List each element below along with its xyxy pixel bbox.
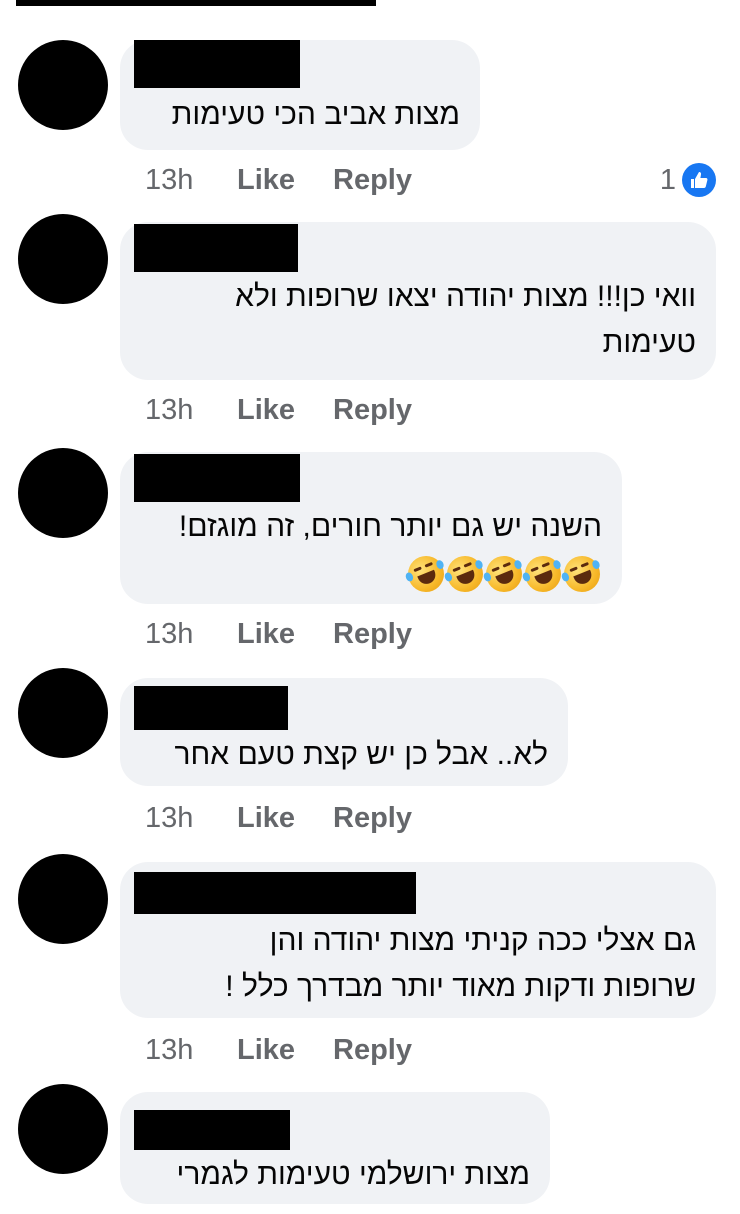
comment-bubble: מצות ירושלמי טעימות לגמרי xyxy=(120,1092,550,1204)
timestamp[interactable]: 13h xyxy=(145,1034,237,1067)
comment-bubble: לא.. אבל כן יש קצת טעם אחר xyxy=(120,678,568,786)
reply-button[interactable]: Reply xyxy=(333,618,412,651)
comment-text: מצות אביב הכי טעימות xyxy=(171,98,460,131)
avatar[interactable] xyxy=(18,448,108,538)
comment-bubble: מצות אביב הכי טעימות xyxy=(120,40,480,150)
comment-actions: 13h Like Reply xyxy=(145,160,412,200)
timestamp[interactable]: 13h xyxy=(145,802,237,835)
avatar[interactable] xyxy=(18,854,108,944)
like-button[interactable]: Like xyxy=(237,394,333,427)
timestamp[interactable]: 13h xyxy=(145,618,237,651)
comment-actions: 13h Like Reply xyxy=(145,1030,412,1070)
redacted-author-name[interactable] xyxy=(134,1110,290,1150)
reaction-summary[interactable]: 1 xyxy=(660,160,716,200)
comment-bubble: גם אצלי ככה קניתי מצות יהודה והן שרופות … xyxy=(120,862,716,1018)
comment-actions: 13h Like Reply xyxy=(145,798,412,838)
emoji-row xyxy=(402,550,606,598)
avatar[interactable] xyxy=(18,40,108,130)
redacted-author-name[interactable] xyxy=(134,872,416,914)
comment-text: גם אצלי ככה קניתי מצות יהודה והן שרופות … xyxy=(225,924,696,1003)
face-with-tears-of-joy-icon xyxy=(558,550,606,598)
avatar[interactable] xyxy=(18,1084,108,1174)
face-with-tears-of-joy-icon xyxy=(519,550,567,598)
redacted-author-name[interactable] xyxy=(134,40,300,88)
timestamp[interactable]: 13h xyxy=(145,394,237,427)
comment-actions: 13h Like Reply xyxy=(145,390,412,430)
avatar[interactable] xyxy=(18,214,108,304)
face-with-tears-of-joy-icon xyxy=(441,550,489,598)
comment-text: מצות ירושלמי טעימות לגמרי xyxy=(176,1158,530,1191)
like-button[interactable]: Like xyxy=(237,1034,333,1067)
comment-bubble: וואי כן!!! מצות יהודה יצאו שרופות ולא טע… xyxy=(120,222,716,380)
comment-text: לא.. אבל כן יש קצת טעם אחר xyxy=(174,738,549,771)
reply-button[interactable]: Reply xyxy=(333,394,412,427)
face-with-tears-of-joy-icon xyxy=(402,550,450,598)
redacted-author-name[interactable] xyxy=(134,686,288,730)
like-button[interactable]: Like xyxy=(237,618,333,651)
avatar[interactable] xyxy=(18,668,108,758)
timestamp[interactable]: 13h xyxy=(145,164,237,197)
like-button[interactable]: Like xyxy=(237,164,333,197)
reply-button[interactable]: Reply xyxy=(333,802,412,835)
like-button[interactable]: Like xyxy=(237,802,333,835)
thumbs-up-icon xyxy=(682,163,716,197)
comment-text: השנה יש גם יותר חורים, זה מוגזם! xyxy=(178,510,602,543)
comment-bubble: השנה יש גם יותר חורים, זה מוגזם! xyxy=(120,452,622,604)
face-with-tears-of-joy-icon xyxy=(480,550,528,598)
redacted-author-name[interactable] xyxy=(134,224,298,272)
reaction-count: 1 xyxy=(659,163,676,196)
reply-button[interactable]: Reply xyxy=(333,164,412,197)
comment-text: וואי כן!!! מצות יהודה יצאו שרופות ולא טע… xyxy=(235,280,696,359)
redacted-author-name[interactable] xyxy=(134,454,300,502)
reply-button[interactable]: Reply xyxy=(333,1034,412,1067)
comment-actions: 13h Like Reply xyxy=(145,614,412,654)
top-redaction-bar xyxy=(16,0,376,6)
